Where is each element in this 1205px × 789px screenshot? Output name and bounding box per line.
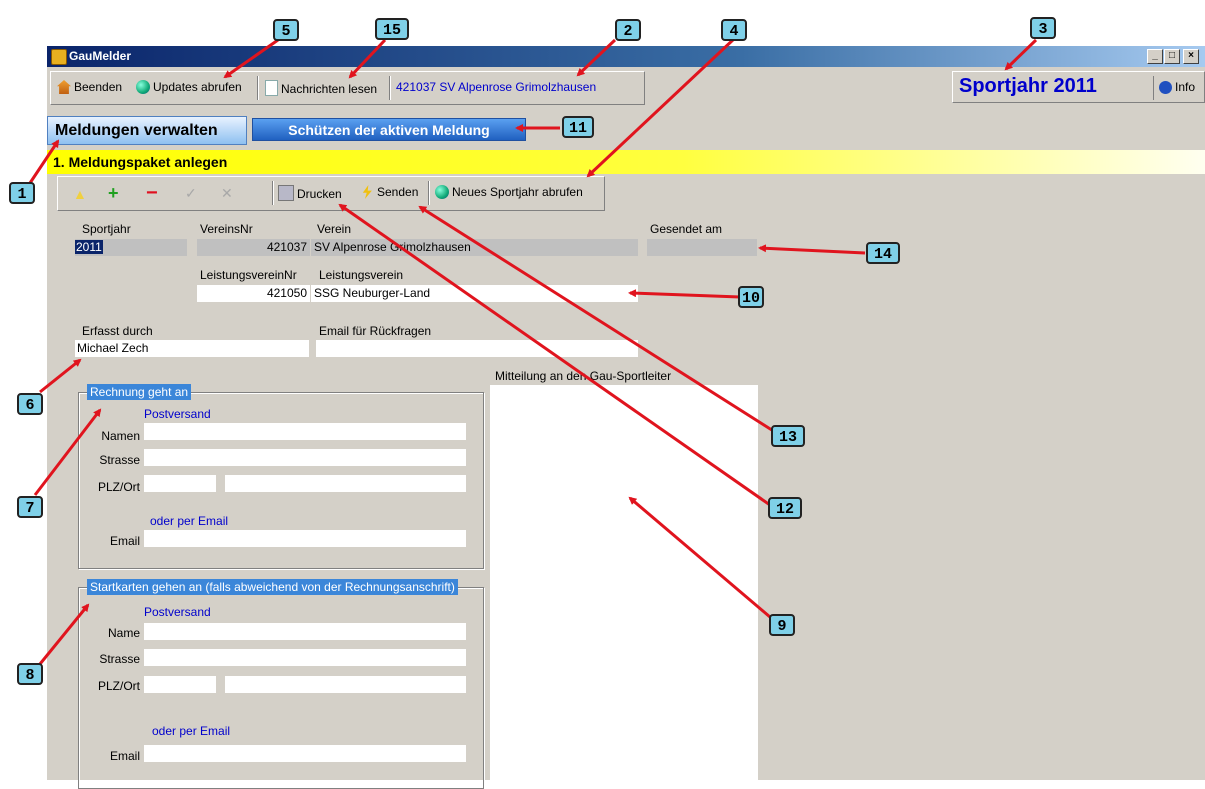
window-title: GauMelder bbox=[69, 49, 132, 63]
leistungsverein-field[interactable]: SSG Neuburger-Land bbox=[311, 285, 638, 302]
mitteilung-textarea[interactable] bbox=[490, 385, 758, 780]
vereinsnr-field[interactable]: 421037 bbox=[197, 239, 310, 256]
startkarten-name-label: Name bbox=[107, 626, 140, 640]
callout-13: 13 bbox=[771, 425, 805, 447]
callout-7: 7 bbox=[17, 496, 43, 518]
sportjahr-label: Sportjahr bbox=[82, 222, 131, 236]
callout-5: 5 bbox=[273, 19, 299, 41]
minimize-button[interactable]: _ bbox=[1147, 49, 1163, 64]
new-sport-year-button[interactable]: Neues Sportjahr abrufen bbox=[435, 185, 583, 199]
callout-11: 11 bbox=[562, 116, 594, 138]
cancel-icon[interactable]: ✕ bbox=[221, 185, 233, 202]
active-club-display: 421037 SV Alpenrose Grimolzhausen bbox=[396, 80, 597, 94]
document-icon bbox=[265, 80, 278, 96]
startkarten-strasse-label: Strasse bbox=[99, 652, 140, 666]
messages-button[interactable]: Nachrichten lesen bbox=[265, 80, 377, 96]
callout-15: 15 bbox=[375, 18, 409, 40]
leistungsvereinnr-field[interactable]: 421050 bbox=[197, 285, 310, 302]
maximize-button[interactable]: □ bbox=[1164, 49, 1180, 64]
callout-2: 2 bbox=[615, 19, 641, 41]
print-button[interactable]: Drucken bbox=[278, 185, 342, 201]
toolbar-divider bbox=[257, 76, 259, 100]
leistungsvereinnr-label: LeistungsvereinNr bbox=[200, 268, 297, 282]
lightning-icon bbox=[362, 185, 372, 199]
remove-icon[interactable]: − bbox=[146, 182, 158, 205]
app-window: GauMelder _ □ × Beenden Updates abrufen … bbox=[47, 46, 1205, 789]
globe-icon bbox=[435, 185, 449, 199]
rechnung-name-field[interactable] bbox=[144, 423, 466, 440]
rechnung-plz-label: PLZ/Ort bbox=[97, 480, 140, 494]
main-toolbar: Beenden Updates abrufen Nachrichten lese… bbox=[50, 71, 645, 105]
rechnung-plz-field[interactable] bbox=[144, 475, 216, 492]
check-icon[interactable]: ✓ bbox=[185, 185, 197, 202]
callout-14: 14 bbox=[866, 242, 900, 264]
tab-schuetzen[interactable]: Schützen der aktiven Meldung bbox=[252, 118, 526, 141]
printer-icon bbox=[278, 185, 294, 201]
email-rueckfragen-field[interactable] bbox=[316, 340, 638, 357]
startkarten-plz-label: PLZ/Ort bbox=[97, 679, 140, 693]
section-title: 1. Meldungspaket anlegen bbox=[47, 150, 1205, 174]
add-icon[interactable]: + bbox=[108, 183, 119, 204]
callout-12: 12 bbox=[768, 497, 802, 519]
toolbar-divider bbox=[428, 181, 430, 205]
app-icon bbox=[51, 49, 67, 65]
toolbar-divider bbox=[272, 181, 274, 205]
close-button[interactable]: × bbox=[1183, 49, 1199, 64]
erfasst-field[interactable]: Michael Zech bbox=[75, 340, 309, 357]
rechnung-ort-field[interactable] bbox=[225, 475, 466, 492]
callout-3: 3 bbox=[1030, 17, 1056, 39]
rechnung-email-field[interactable] bbox=[144, 530, 466, 547]
callout-10: 10 bbox=[738, 286, 764, 308]
startkarten-plz-field[interactable] bbox=[144, 676, 216, 693]
tab-meldungen-verwalten[interactable]: Meldungen verwalten bbox=[47, 116, 247, 145]
send-button[interactable]: Senden bbox=[360, 185, 418, 199]
startkarten-name-field[interactable] bbox=[144, 623, 466, 640]
leistungsverein-label: Leistungsverein bbox=[319, 268, 404, 282]
rechnung-group: Rechnung geht an Postversand Namen Stras… bbox=[78, 384, 484, 569]
startkarten-oder-email-label: oder per Email bbox=[152, 724, 231, 738]
rechnung-legend: Rechnung geht an bbox=[87, 384, 192, 400]
gesendet-field[interactable] bbox=[647, 239, 757, 256]
rechnung-strasse-label: Strasse bbox=[99, 453, 140, 467]
rechnung-strasse-field[interactable] bbox=[144, 449, 466, 466]
callout-9: 9 bbox=[769, 614, 795, 636]
sport-year-label: Sportjahr 2011 bbox=[959, 75, 1097, 97]
startkarten-ort-field[interactable] bbox=[225, 676, 466, 693]
verein-field[interactable]: SV Alpenrose Grimolzhausen bbox=[311, 239, 638, 256]
panel-divider bbox=[1153, 76, 1154, 100]
callout-1: 1 bbox=[9, 182, 35, 204]
sportjahr-field[interactable]: 2011 bbox=[75, 239, 187, 256]
title-bar: GauMelder _ □ × bbox=[47, 46, 1205, 67]
startkarten-email-label: Email bbox=[109, 749, 140, 763]
startkarten-legend: Startkarten gehen an (falls abweichend v… bbox=[87, 579, 458, 595]
vereinsnr-label: VereinsNr bbox=[200, 222, 253, 236]
rechnung-oder-email-label: oder per Email bbox=[150, 514, 229, 528]
info-button[interactable]: Info bbox=[1159, 80, 1195, 94]
up-arrow-icon[interactable]: ▲ bbox=[73, 186, 87, 202]
help-icon bbox=[1159, 81, 1172, 94]
verein-label: Verein bbox=[317, 222, 352, 236]
exit-button[interactable]: Beenden bbox=[57, 80, 122, 94]
globe-icon bbox=[136, 80, 150, 94]
toolbar-divider bbox=[389, 76, 391, 100]
callout-6: 6 bbox=[17, 393, 43, 415]
startkarten-strasse-field[interactable] bbox=[144, 649, 466, 666]
rechnung-postversand-label: Postversand bbox=[144, 407, 211, 421]
gesendet-label: Gesendet am bbox=[650, 222, 723, 236]
callout-4: 4 bbox=[721, 19, 747, 41]
startkarten-email-field[interactable] bbox=[144, 745, 466, 762]
rechnung-email-label: Email bbox=[109, 534, 140, 548]
sport-year-panel: Sportjahr 2011 Info bbox=[952, 71, 1205, 103]
updates-button[interactable]: Updates abrufen bbox=[136, 80, 242, 94]
home-icon bbox=[57, 80, 71, 94]
startkarten-group: Startkarten gehen an (falls abweichend v… bbox=[78, 579, 484, 789]
erfasst-label: Erfasst durch bbox=[82, 324, 153, 338]
startkarten-postversand-label: Postversand bbox=[144, 605, 211, 619]
mitteilung-label: Mitteilung an den Gau-Sportleiter bbox=[495, 369, 672, 383]
action-toolbar: ▲ + − ✓ ✕ Drucken Senden Neues Sportjahr… bbox=[57, 176, 605, 211]
email-rueckfragen-label: Email für Rückfragen bbox=[319, 324, 432, 338]
rechnung-name-label: Namen bbox=[101, 429, 140, 443]
callout-8: 8 bbox=[17, 663, 43, 685]
